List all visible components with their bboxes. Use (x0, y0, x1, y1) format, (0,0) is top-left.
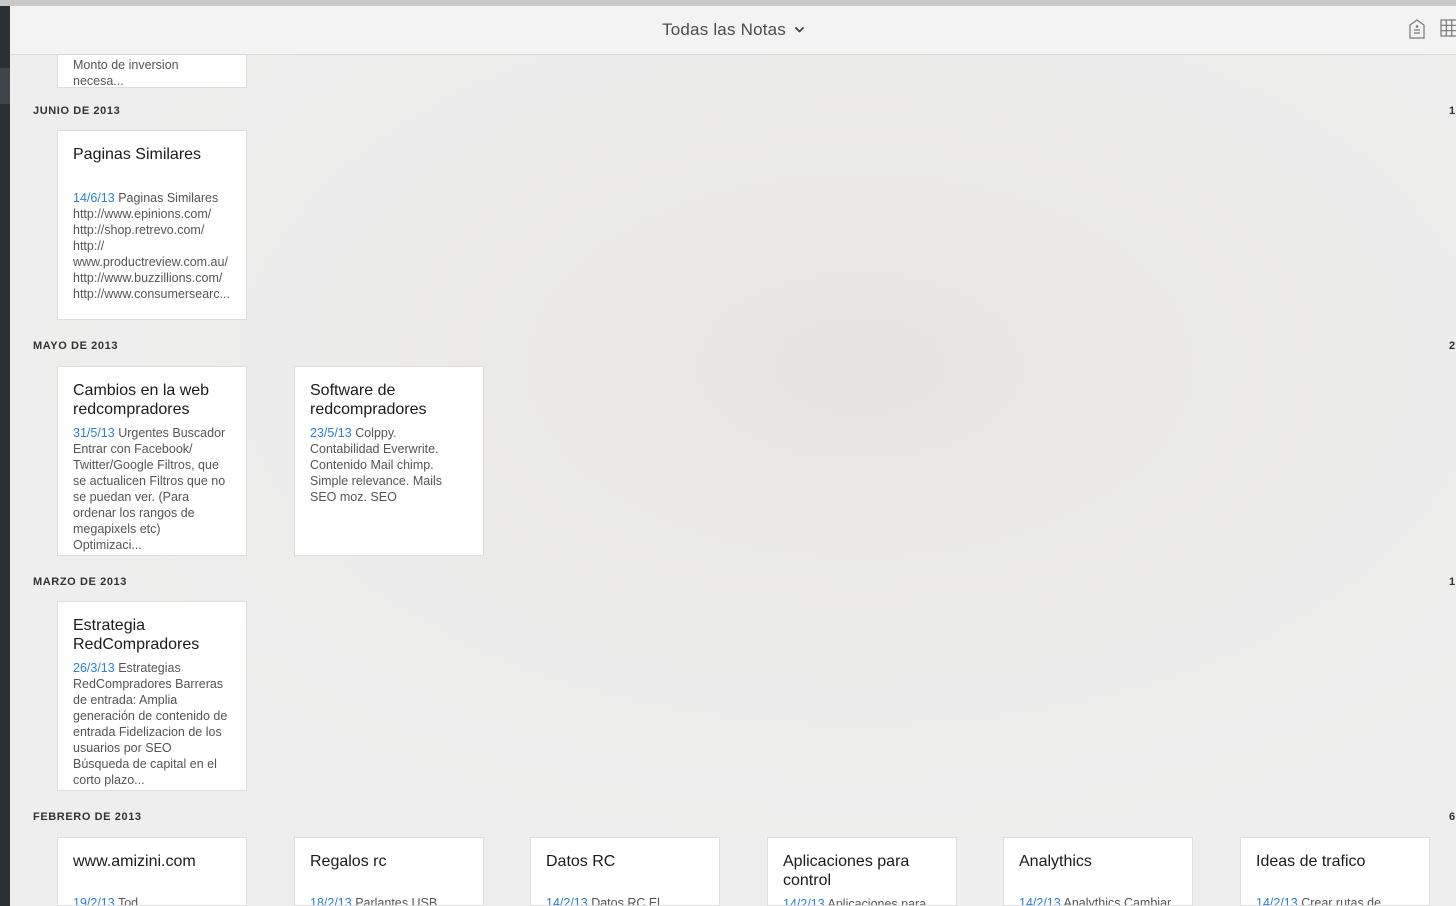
note-card[interactable]: Cambios en la web redcompradores 31/5/13… (57, 366, 247, 556)
section-label: FEBRERO DE 2013 (33, 811, 142, 823)
page-title: Todas las Notas (662, 20, 786, 39)
section-label: MARZO DE 2013 (33, 576, 127, 588)
note-title: Regalos rc (310, 853, 387, 870)
note-card[interactable]: Estrategia RedCompradores 26/3/13 Estrat… (57, 601, 247, 791)
note-body: Estrategias RedCompradores Barreras de e… (73, 661, 228, 787)
note-card[interactable]: Datos RC 14/2/13 Datos RC El (530, 837, 720, 906)
note-title: Datos RC (546, 853, 616, 870)
section-count: 1 (1449, 576, 1456, 588)
note-date: 14/2/13 (783, 897, 825, 906)
note-date: 23/5/13 (310, 426, 352, 440)
note-card[interactable]: Regalos rc 18/2/13 Parlantes USB (294, 837, 484, 906)
section-count: 2 (1449, 340, 1456, 352)
note-body: Paginas Similares http://www.epinions.co… (73, 191, 231, 301)
note-title: Estrategia RedCompradores (73, 617, 200, 653)
note-card[interactable]: Ideas de trafico 14/2/13 Crear rutas de (1240, 837, 1430, 906)
section-count: 1 (1449, 105, 1456, 117)
note-body: Urgentes Buscador Entrar con Facebook/ T… (73, 426, 226, 552)
note-snippet: Monto de inversion necesa... (73, 58, 179, 88)
note-title: Paginas Similares (73, 146, 202, 163)
note-body: Analythics Cambiar (1060, 896, 1172, 906)
note-date: 31/5/13 (73, 426, 115, 440)
note-date: 19/2/13 (73, 896, 115, 906)
note-card[interactable]: www.amizini.com 19/2/13 Tod (57, 837, 247, 906)
section-label: JUNIO DE 2013 (33, 105, 121, 117)
note-snippet: 26/3/13 Estrategias RedCompradores Barre… (73, 660, 231, 788)
note-card[interactable]: Software de redcompradores 23/5/13 Colpp… (294, 366, 484, 556)
section-label: MAYO DE 2013 (33, 340, 119, 352)
note-card[interactable]: Analythics 14/2/13 Analythics Cambiar (1003, 837, 1193, 906)
note-body: Aplicaciones para (824, 897, 927, 906)
chevron-down-icon (795, 26, 804, 32)
note-card[interactable]: Aplicaciones para control 14/2/13 Aplica… (767, 837, 957, 906)
note-title: Cambios en la web redcompradores (73, 382, 210, 418)
note-date: 14/6/13 (73, 191, 115, 205)
notes-main-area: Todas las Notas Monto de inversion neces… (10, 6, 1456, 906)
note-snippet: 31/5/13 Urgentes Buscador Entrar con Fac… (73, 425, 231, 553)
sidebar-selected-item[interactable] (0, 68, 10, 104)
note-snippet: 19/2/13 Tod (73, 895, 231, 906)
grid-view-icon[interactable] (1440, 19, 1456, 37)
note-snippet: 14/6/13 Paginas Similares http://www.epi… (73, 190, 231, 302)
note-body: Datos RC El (587, 896, 660, 906)
note-snippet: 14/2/13 Datos RC El (546, 895, 704, 906)
note-date: 14/2/13 (1256, 896, 1298, 906)
note-date: 26/3/13 (73, 661, 115, 675)
sidebar (0, 6, 10, 906)
note-snippet: 23/5/13 Colppy. Contabilidad Everwrite. … (310, 425, 468, 505)
shortcut-icon[interactable] (1409, 19, 1425, 39)
section-count: 6 (1449, 811, 1456, 823)
note-title: Aplicaciones para control (783, 853, 910, 889)
note-body: Crear rutas de (1297, 896, 1382, 906)
note-body: Parlantes USB (351, 896, 438, 906)
note-date: 14/2/13 (546, 896, 588, 906)
note-title: Ideas de trafico (1256, 853, 1366, 870)
notes-header: Todas las Notas (10, 6, 1456, 55)
note-snippet: 14/2/13 Aplicaciones para (783, 896, 941, 906)
notes-filter-dropdown[interactable]: Todas las Notas (10, 20, 1456, 40)
note-card[interactable]: Paginas Similares 14/6/13 Paginas Simila… (57, 130, 247, 320)
note-date: 18/2/13 (310, 896, 352, 906)
note-title: Analythics (1019, 853, 1092, 870)
note-date: 14/2/13 (1019, 896, 1061, 906)
note-snippet: 18/2/13 Parlantes USB (310, 895, 468, 906)
note-title: www.amizini.com (73, 853, 196, 870)
note-snippet: 14/2/13 Analythics Cambiar (1019, 895, 1177, 906)
note-snippet: 14/2/13 Crear rutas de (1256, 895, 1414, 906)
note-body: Tod (114, 896, 139, 906)
note-title: Software de redcompradores (310, 382, 427, 418)
